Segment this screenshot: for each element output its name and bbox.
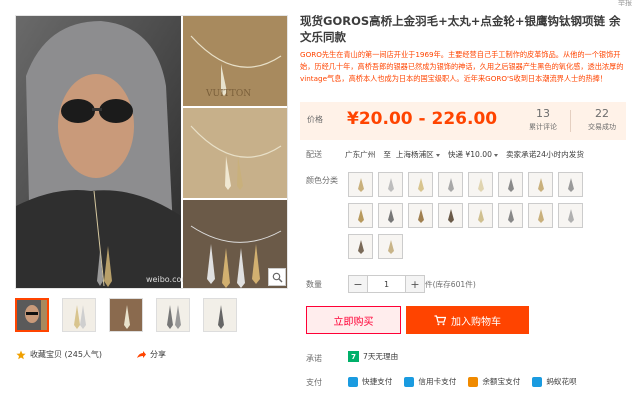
- favorite-label: 收藏宝贝 (245人气): [30, 350, 103, 359]
- color-option[interactable]: [468, 203, 493, 228]
- payment-method: 蚂蚁花呗: [532, 376, 577, 387]
- color-option[interactable]: [378, 234, 403, 259]
- quantity-minus-button[interactable]: −: [349, 276, 367, 292]
- color-option[interactable]: [528, 172, 553, 197]
- payment-methods: 快捷支付 信用卡支付 余额宝支付 蚂蚁花呗: [348, 376, 577, 387]
- add-to-cart-button[interactable]: 加入购物车: [406, 306, 529, 334]
- reviews-label: 累计评论: [529, 123, 557, 131]
- stat-divider: [570, 110, 571, 132]
- color-option[interactable]: [348, 234, 373, 259]
- thumbnail-5[interactable]: [203, 298, 237, 332]
- shipping-label: 配送: [306, 150, 322, 159]
- payment-icon: [404, 376, 415, 387]
- zoom-icon[interactable]: [268, 268, 286, 286]
- ship-from: 广东广州: [345, 150, 376, 159]
- sales-label: 交易成功: [588, 123, 616, 131]
- color-option[interactable]: [558, 203, 583, 228]
- share-icon: [137, 350, 146, 358]
- thumbnail-4[interactable]: [156, 298, 190, 332]
- payment-method-label: 信用卡支付: [418, 377, 457, 386]
- color-option[interactable]: [558, 172, 583, 197]
- quantity-input[interactable]: 1: [367, 276, 406, 292]
- payment-method-label: 余额宝支付: [482, 377, 521, 386]
- color-option[interactable]: [378, 172, 403, 197]
- color-option[interactable]: [498, 172, 523, 197]
- sales-count: 22: [595, 107, 609, 120]
- price-label: 价格: [307, 115, 323, 124]
- payment-icon: [348, 376, 358, 387]
- payment-method: 信用卡支付: [404, 376, 456, 387]
- color-option[interactable]: [348, 172, 373, 197]
- chevron-down-icon: [435, 153, 440, 157]
- buy-now-button[interactable]: 立即购买: [306, 306, 401, 334]
- report-link[interactable]: 举报: [618, 0, 632, 8]
- stock-info: 件(库存601件): [425, 280, 476, 289]
- seven-day-icon: 7: [348, 351, 359, 362]
- color-option[interactable]: [378, 203, 403, 228]
- quantity-plus-button[interactable]: +: [406, 276, 424, 292]
- commitment-text[interactable]: 7天无理由: [363, 351, 398, 362]
- watermark: weibo.com: [146, 275, 189, 284]
- thumbnail-strip: [15, 298, 237, 332]
- payment-icon: [468, 376, 479, 387]
- quantity-stepper: − 1 +: [348, 275, 425, 293]
- payment-label: 支付: [306, 378, 322, 387]
- reviews-stat[interactable]: 13 累计评论: [516, 107, 570, 132]
- color-label: 颜色分类: [306, 176, 338, 185]
- color-option[interactable]: [438, 203, 463, 228]
- color-option[interactable]: [528, 203, 553, 228]
- thumbnail-1[interactable]: [15, 298, 49, 332]
- payment-method-label: 蚂蚁花呗: [546, 377, 577, 386]
- favorite-button[interactable]: 收藏宝贝 (245人气): [16, 349, 102, 360]
- main-product-image: weibo.com VUITTON: [15, 15, 288, 289]
- payment-method-label: 快捷支付: [362, 377, 393, 386]
- product-description: GORO先生在青山的第一间店开业于1969年。主要经营自己手工制作的皮革饰品。从…: [300, 50, 624, 83]
- ship-method[interactable]: 快递 ¥10.00: [448, 149, 498, 160]
- thumbnail-3[interactable]: [109, 298, 143, 332]
- sales-stat: 22 交易成功: [575, 107, 629, 132]
- ship-to[interactable]: 至 上海杨浦区: [383, 149, 440, 160]
- ship-promise: 卖家承诺24小时内发货: [505, 150, 584, 159]
- color-option[interactable]: [408, 203, 433, 228]
- price-panel: 价格 ¥20.00 - 226.00 13 累计评论 22 交易成功: [300, 102, 626, 140]
- star-icon: [16, 350, 26, 359]
- reviews-count: 13: [536, 107, 550, 120]
- price-value: ¥20.00 - 226.00: [347, 109, 498, 129]
- payment-icon: [532, 376, 543, 387]
- shipping-row: 广东广州 至 上海杨浦区 快递 ¥10.00 卖家承诺24小时内发货: [345, 149, 584, 160]
- commitment-label: 承诺: [306, 354, 322, 363]
- color-swatches: [348, 172, 600, 259]
- color-option[interactable]: [498, 203, 523, 228]
- cart-icon: [434, 314, 446, 325]
- color-option[interactable]: [408, 172, 433, 197]
- color-option[interactable]: [438, 172, 463, 197]
- thumbnail-2[interactable]: [62, 298, 96, 332]
- payment-method: 快捷支付: [348, 376, 392, 387]
- payment-method: 余额宝支付: [468, 376, 520, 387]
- share-label: 分享: [150, 350, 166, 359]
- add-to-cart-label: 加入购物车: [451, 316, 501, 328]
- share-button[interactable]: 分享: [136, 349, 166, 360]
- svg-text:VUITTON: VUITTON: [205, 89, 251, 99]
- color-option[interactable]: [348, 203, 373, 228]
- product-title: 现货GOROS高桥上金羽毛+太丸+点金轮+银鹰钩钛钢项链 余文乐同款: [300, 14, 621, 44]
- commitment-row: 7 7天无理由: [348, 351, 398, 362]
- chevron-down-icon: [493, 153, 498, 157]
- quantity-label: 数量: [306, 280, 322, 289]
- color-option[interactable]: [468, 172, 493, 197]
